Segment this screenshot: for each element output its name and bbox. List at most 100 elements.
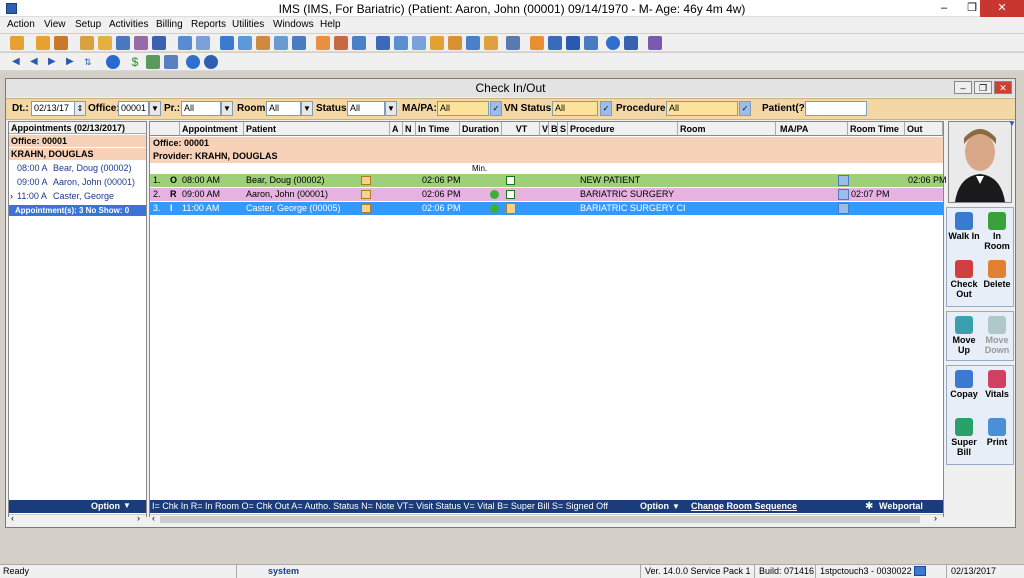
- col-b[interactable]: B: [549, 122, 558, 136]
- mapa-select-icon[interactable]: [838, 189, 849, 200]
- scroll-left-icon[interactable]: ‹: [11, 513, 14, 523]
- notes-icon[interactable]: [196, 36, 210, 50]
- col-duration[interactable]: Duration: [460, 122, 502, 136]
- portal-icon[interactable]: [548, 36, 562, 50]
- last-record-icon[interactable]: ▶: [66, 55, 80, 69]
- scroll-thumb[interactable]: [160, 516, 920, 523]
- claims-icon[interactable]: [352, 36, 366, 50]
- status-field[interactable]: All: [347, 101, 385, 116]
- statement-icon[interactable]: [164, 55, 178, 69]
- rx-icon[interactable]: [238, 36, 252, 50]
- visit-status-icon[interactable]: [506, 190, 515, 199]
- left-option-button[interactable]: Option: [91, 501, 120, 511]
- menu-billing[interactable]: Billing: [156, 17, 183, 33]
- col-in-time[interactable]: In Time: [416, 122, 460, 136]
- mail-icon[interactable]: [466, 36, 480, 50]
- table-row[interactable]: 1. O 08:00 AM Bear, Doug (00002) 02:06 P…: [150, 174, 947, 187]
- folder-icon[interactable]: [80, 36, 94, 50]
- inner-minimize-button[interactable]: –: [954, 81, 972, 94]
- list-item[interactable]: 08:00 A Bear, Doug (00002): [9, 162, 146, 175]
- col-room[interactable]: Room: [678, 122, 776, 136]
- option-dropdown-icon[interactable]: ▼: [123, 501, 131, 510]
- mapa-select-icon[interactable]: [838, 175, 849, 186]
- message-icon[interactable]: [292, 36, 306, 50]
- help-circle-icon[interactable]: [186, 55, 200, 69]
- shield-icon[interactable]: [152, 36, 166, 50]
- tasks-icon[interactable]: [430, 36, 444, 50]
- photo-dropdown-icon[interactable]: ▼: [1008, 119, 1016, 128]
- col-a[interactable]: A: [390, 122, 403, 136]
- col-out-time[interactable]: Out Time: [905, 122, 943, 148]
- menu-windows[interactable]: Windows: [273, 17, 314, 33]
- grid-scrollbar[interactable]: ‹ ›: [150, 513, 943, 525]
- close-button[interactable]: ✕: [980, 0, 1024, 17]
- col-room-time[interactable]: Room Time: [848, 122, 905, 136]
- patient-photo[interactable]: [948, 121, 1012, 203]
- option-dropdown-icon[interactable]: ▼: [672, 500, 680, 513]
- check-out-button[interactable]: Check Out: [948, 258, 980, 304]
- col-procedure[interactable]: Procedure: [568, 122, 678, 136]
- col-selector[interactable]: [150, 122, 180, 136]
- inner-close-button[interactable]: ✕: [994, 81, 1012, 94]
- scroll-right-icon[interactable]: ›: [137, 513, 140, 523]
- change-room-sequence-link[interactable]: Change Room Sequence: [691, 500, 797, 513]
- date-spinner[interactable]: ⇕: [74, 101, 86, 116]
- procedure-field[interactable]: All: [666, 101, 738, 116]
- col-mapa[interactable]: MA/PA: [776, 122, 848, 136]
- col-vt[interactable]: VT: [502, 122, 540, 136]
- billing-icon[interactable]: [316, 36, 330, 50]
- copay-button[interactable]: Copay: [948, 368, 980, 414]
- menu-help[interactable]: Help: [320, 17, 341, 33]
- scroll-right-icon[interactable]: ›: [934, 513, 937, 523]
- help-icon[interactable]: [606, 36, 620, 50]
- document-icon[interactable]: [98, 36, 112, 50]
- template-icon[interactable]: [584, 36, 598, 50]
- minimize-button[interactable]: –: [930, 0, 958, 17]
- mapa-field[interactable]: All: [437, 101, 489, 116]
- list-item[interactable]: 09:00 A Aaron, John (00001): [9, 176, 146, 189]
- dollar-icon[interactable]: $: [128, 55, 142, 69]
- exit-icon[interactable]: [648, 36, 662, 50]
- print-button[interactable]: Print: [981, 416, 1013, 462]
- export-icon[interactable]: [412, 36, 426, 50]
- mapa-select-icon[interactable]: [838, 203, 849, 214]
- word-icon[interactable]: [566, 36, 580, 50]
- status-dropdown[interactable]: ▼: [385, 101, 397, 116]
- col-appointment[interactable]: Appointment: [180, 122, 244, 136]
- office-field[interactable]: 00001: [118, 101, 149, 116]
- menu-setup[interactable]: Setup: [75, 17, 101, 33]
- table-row[interactable]: 2. R 09:00 AM Aaron, John (00001) 02:06 …: [150, 188, 943, 201]
- provider-field[interactable]: All: [181, 101, 221, 116]
- sync-icon[interactable]: [530, 36, 544, 50]
- date-field[interactable]: 02/13/17: [31, 101, 75, 116]
- refresh-icon[interactable]: [106, 55, 120, 69]
- user-icon[interactable]: [36, 36, 50, 50]
- list-item-selected[interactable]: › 11:00 A Caster, George (00005): [9, 190, 146, 214]
- room-field[interactable]: All: [266, 101, 301, 116]
- next-record-icon[interactable]: ▶: [48, 55, 62, 69]
- scroll-left-icon[interactable]: ‹: [152, 513, 155, 523]
- menu-activities[interactable]: Activities: [109, 17, 148, 33]
- col-s[interactable]: S: [558, 122, 568, 136]
- procedure-picker-icon[interactable]: ✓: [739, 101, 751, 116]
- grid-option-button[interactable]: Option: [640, 500, 669, 513]
- room-dropdown[interactable]: ▼: [301, 101, 313, 116]
- edit-icon[interactable]: [376, 36, 390, 50]
- patient-icon[interactable]: [10, 36, 24, 50]
- notes-icon[interactable]: [361, 204, 371, 213]
- visit-status-icon[interactable]: [506, 176, 515, 185]
- col-v[interactable]: V: [540, 122, 549, 136]
- menu-action[interactable]: Action: [7, 17, 35, 33]
- delete-button[interactable]: Delete: [981, 258, 1013, 304]
- inner-restore-button[interactable]: ❐: [974, 81, 992, 94]
- vn-status-field[interactable]: All: [552, 101, 598, 116]
- report-icon[interactable]: [394, 36, 408, 50]
- alerts-icon[interactable]: [448, 36, 462, 50]
- menu-reports[interactable]: Reports: [191, 17, 226, 33]
- mapa-picker-icon[interactable]: ✓: [490, 101, 502, 116]
- group-icon[interactable]: [256, 36, 270, 50]
- tools-icon[interactable]: [54, 36, 68, 50]
- patient-search-field[interactable]: [805, 101, 867, 116]
- vitals-button[interactable]: Vitals: [981, 368, 1013, 414]
- col-patient[interactable]: Patient: [244, 122, 390, 136]
